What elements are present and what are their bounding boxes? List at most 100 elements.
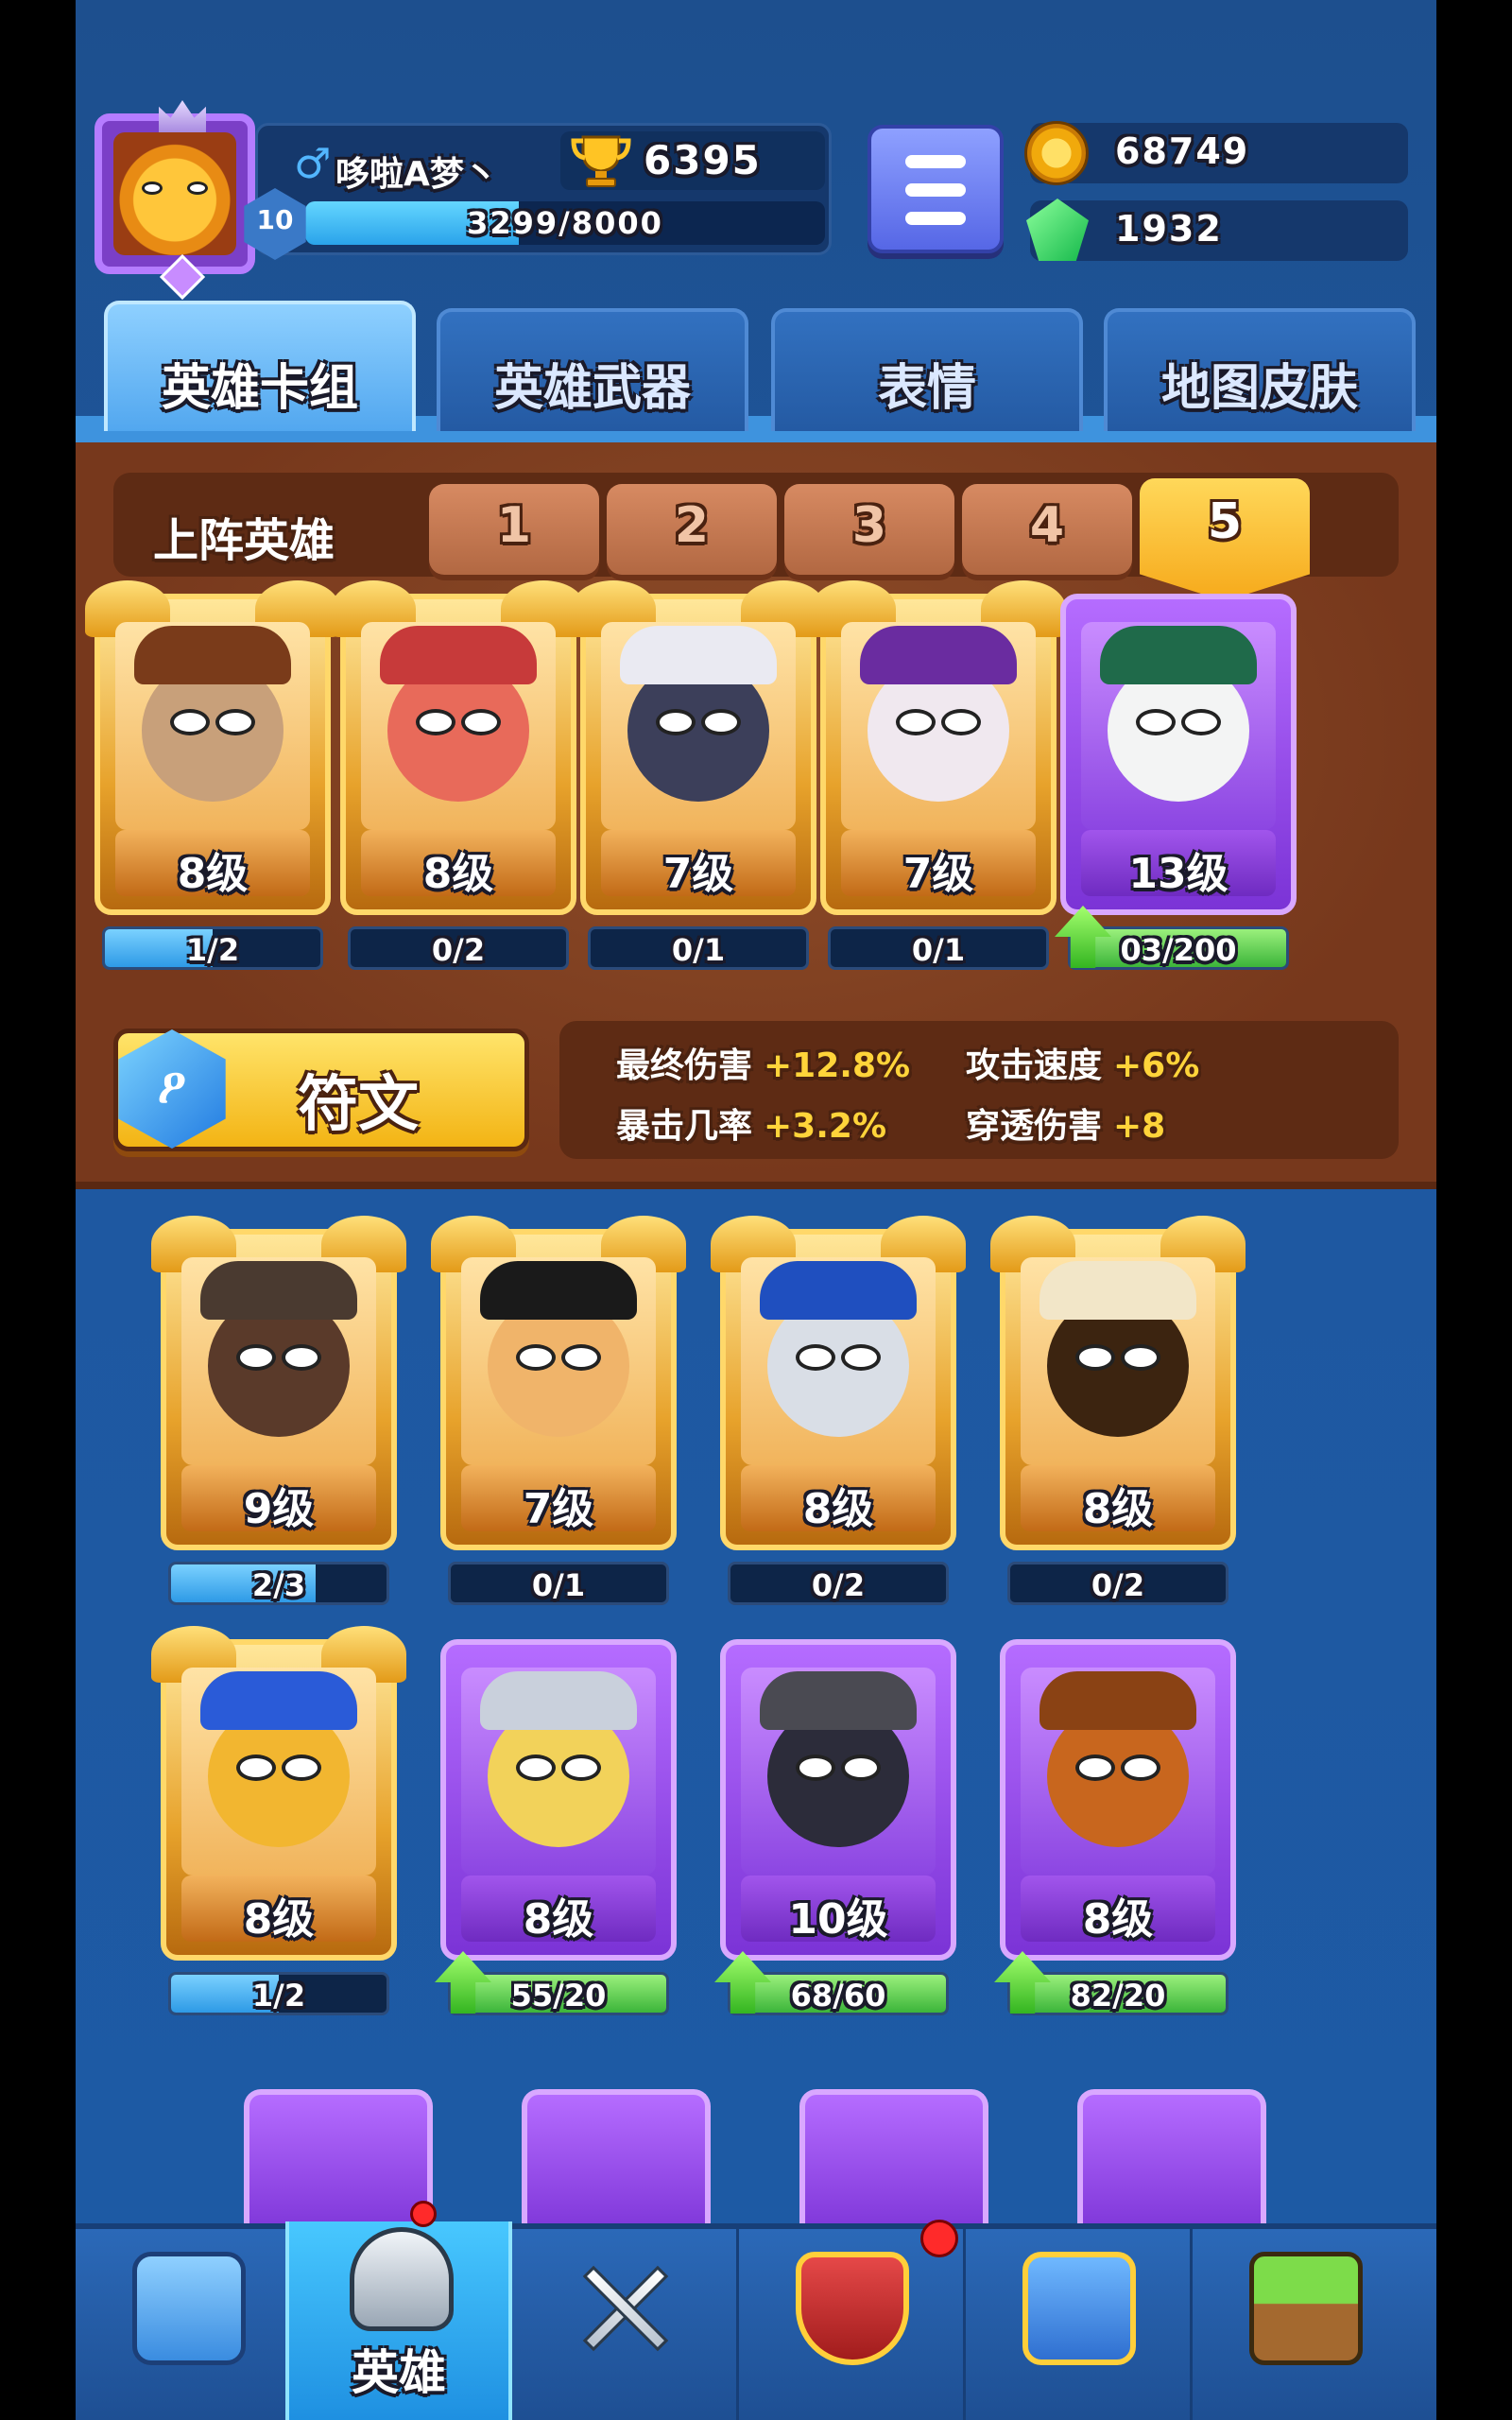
- player-info-panel: ♂ 哆啦A梦丶 6395 3299/8000 10: [244, 123, 832, 260]
- avatar-portrait: [113, 132, 236, 255]
- hero-portrait: [601, 622, 796, 830]
- stat-final-damage: 最终伤害 +12.8%: [616, 1046, 911, 1085]
- card-progress-bar: 0/1: [448, 1562, 669, 1605]
- gold-counter[interactable]: 68749: [1024, 121, 1408, 185]
- player-avatar[interactable]: [94, 100, 255, 301]
- rune-button[interactable]: ዖ 符文: [113, 1028, 529, 1151]
- tab-hero-deck[interactable]: 英雄卡组: [104, 301, 416, 431]
- hero-level-strip: 13级: [1081, 830, 1276, 898]
- hero-level: 7级: [662, 850, 734, 898]
- card-progress-bar: 1/2: [102, 926, 323, 970]
- nav-social[interactable]: [966, 2229, 1193, 2420]
- notification-dot: [410, 2201, 437, 2227]
- card-progress-bar: 1/2: [168, 1972, 389, 2015]
- nav-garden[interactable]: [1193, 2229, 1419, 2420]
- tab-label: 表情: [877, 360, 976, 417]
- card-progress-text: 2/3: [251, 1567, 306, 1603]
- bottom-nav: 英雄: [76, 2201, 1436, 2420]
- green-gem-icon: [1026, 199, 1089, 261]
- hero-headgear: [200, 1261, 357, 1320]
- nav-clan[interactable]: [739, 2220, 966, 2420]
- hero-portrait: [841, 622, 1036, 830]
- male-gender-icon: ♂: [294, 140, 332, 188]
- card-progress-bar: 0/1: [588, 926, 809, 970]
- hero-level: 8级: [422, 850, 494, 898]
- hero-level: 8级: [523, 1895, 594, 1944]
- hero-portrait: [1021, 1257, 1215, 1465]
- menu-button[interactable]: [868, 125, 1004, 253]
- hero-headgear: [1040, 1671, 1196, 1730]
- hero-headgear: [760, 1671, 917, 1730]
- card-progress-text: 1/2: [185, 932, 240, 968]
- slot-label: 4: [1029, 497, 1065, 554]
- gem-amount: 1932: [1115, 208, 1223, 250]
- hero-level-strip: 9级: [181, 1465, 376, 1533]
- card-progress-bar: 0/2: [728, 1562, 949, 1605]
- nav-battle[interactable]: [512, 2229, 739, 2420]
- stat-attack-speed: 攻击速度 +6%: [966, 1046, 1200, 1085]
- tab-emotes[interactable]: 表情: [771, 308, 1083, 431]
- hero-portrait: [181, 1668, 376, 1876]
- tab-map-skins[interactable]: 地图皮肤: [1104, 308, 1416, 431]
- hero-level-strip: 8级: [1021, 1465, 1215, 1533]
- slot-label: 2: [674, 497, 710, 554]
- hero-card-partial[interactable]: [244, 2089, 433, 2240]
- tab-label: 英雄武器: [493, 360, 691, 417]
- card-progress-text: 1/2: [251, 1978, 306, 2014]
- hero-level: 8级: [243, 1895, 315, 1944]
- hero-level: 10级: [788, 1895, 888, 1944]
- hero-level-strip: 10级: [741, 1876, 936, 1944]
- nav-heroes[interactable]: 英雄: [285, 2201, 512, 2420]
- card-progress-text: 0/2: [1091, 1567, 1145, 1603]
- nav-shop[interactable]: [76, 2229, 302, 2420]
- player-level: 10: [256, 204, 294, 235]
- player-name: 哆啦A梦丶: [335, 155, 498, 194]
- nav-heroes-label: 英雄: [352, 2345, 446, 2400]
- hero-level-strip: 7级: [841, 830, 1036, 898]
- trophy-icon: [571, 135, 631, 187]
- rune-gem-icon: ዖ: [118, 1029, 226, 1149]
- hero-card-partial[interactable]: [1077, 2089, 1266, 2240]
- card-progress-bar: 2/3: [168, 1562, 389, 1605]
- tab-hero-weapons[interactable]: 英雄武器: [437, 308, 748, 431]
- lineup-slot-5[interactable]: 5: [1140, 478, 1310, 601]
- card-progress-text: 0/1: [531, 1567, 586, 1603]
- sprout-island-icon: [1249, 2252, 1363, 2365]
- xp-progress-bar: 3299/8000: [305, 201, 825, 245]
- card-progress-text: 55/20: [510, 1978, 607, 2014]
- gold-coin-icon: [1024, 121, 1089, 185]
- card-progress-text: 82/20: [1070, 1978, 1166, 2014]
- hero-headgear: [860, 626, 1017, 684]
- hero-level: 9级: [243, 1485, 315, 1533]
- hero-level: 7级: [523, 1485, 594, 1533]
- lineup-slot-2[interactable]: 2: [607, 484, 777, 575]
- hero-level-strip: 8级: [361, 830, 556, 898]
- lineup-slot-3[interactable]: 3: [784, 484, 954, 575]
- card-progress-text: 0/1: [911, 932, 966, 968]
- hero-headgear: [1100, 626, 1257, 684]
- trophy-count: 6395: [644, 137, 762, 183]
- avatar-crown-icon: [159, 100, 206, 132]
- rune-label: 符文: [298, 1070, 419, 1140]
- lineup-slot-4[interactable]: 4: [962, 484, 1132, 575]
- knight-helmet-icon: [350, 2227, 454, 2331]
- hero-headgear: [480, 1671, 637, 1730]
- hero-level-strip: 8级: [115, 830, 310, 898]
- category-tabs: 英雄卡组 英雄武器 表情 地图皮肤: [76, 301, 1436, 442]
- gold-amount: 68749: [1115, 130, 1250, 172]
- hero-portrait: [1021, 1668, 1215, 1876]
- notification-dot: [920, 2220, 958, 2257]
- hero-level: 13级: [1128, 850, 1228, 898]
- hero-portrait: [115, 622, 310, 830]
- hero-level-strip: 8级: [461, 1876, 656, 1944]
- hero-card-partial[interactable]: [522, 2089, 711, 2240]
- card-progress-bar: 0/2: [348, 926, 569, 970]
- slot-label: 1: [496, 497, 532, 554]
- avatar-gem-icon: [159, 253, 206, 301]
- lineup-header: 上阵英雄 1 2 3 4 5: [113, 473, 1399, 601]
- gem-counter[interactable]: 1932: [1026, 199, 1408, 261]
- lineup-slot-1[interactable]: 1: [429, 484, 599, 575]
- hero-card-partial[interactable]: [799, 2089, 988, 2240]
- hero-portrait: [741, 1668, 936, 1876]
- tab-label: 英雄卡组: [161, 360, 358, 417]
